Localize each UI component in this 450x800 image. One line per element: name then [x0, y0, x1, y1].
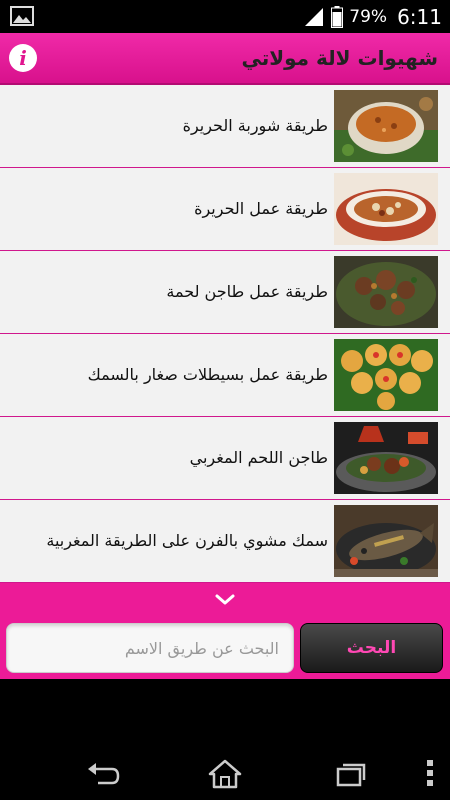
- status-bar: 79% 6:11: [0, 0, 450, 33]
- list-item[interactable]: طريقة شوربة الحريرة: [0, 85, 450, 168]
- chevron-down-icon[interactable]: [212, 590, 238, 608]
- moroccan-meat-tagine-image: [334, 422, 438, 494]
- recipe-title: طريقة عمل طاجن لحمة: [166, 282, 328, 301]
- fish-pastillas-image: [334, 339, 438, 411]
- search-input[interactable]: [6, 623, 294, 673]
- system-nav-bar: [0, 679, 450, 800]
- recent-apps-icon[interactable]: [334, 759, 368, 789]
- list-item[interactable]: سمك مشوي بالفرن على الطريقة المغربية: [0, 500, 450, 583]
- recipe-title: طاجن اللحم المغربي: [189, 448, 328, 467]
- recipe-list[interactable]: طريقة شوربة الحريرة طريقة عمل الحريرة طر…: [0, 85, 450, 583]
- back-icon[interactable]: [86, 759, 120, 789]
- gallery-notification-icon: [10, 6, 34, 26]
- recipe-title: طريقة عمل الحريرة: [194, 199, 328, 218]
- list-item[interactable]: طريقة عمل الحريرة: [0, 168, 450, 251]
- battery-icon: [331, 5, 344, 28]
- meat-tagine-image: [334, 256, 438, 328]
- recipe-title: سمك مشوي بالفرن على الطريقة المغربية: [46, 531, 328, 550]
- info-icon[interactable]: i: [9, 44, 37, 72]
- recipe-title: طريقة شوربة الحريرة: [182, 116, 328, 135]
- list-item[interactable]: طاجن اللحم المغربي: [0, 417, 450, 500]
- harira-bowl-image: [334, 173, 438, 245]
- app-header: i شهيوات لالة مولاتي: [0, 33, 450, 85]
- list-item[interactable]: طريقة عمل بسيطلات صغار بالسمك: [0, 334, 450, 417]
- search-panel: البحث: [0, 583, 450, 679]
- overflow-menu-icon[interactable]: [426, 759, 434, 787]
- recipe-title: طريقة عمل بسيطلات صغار بالسمك: [87, 365, 328, 384]
- battery-percent: 79%: [349, 6, 388, 27]
- signal-icon: [305, 7, 324, 26]
- page-title: شهيوات لالة مولاتي: [241, 46, 438, 70]
- baked-fish-image: [334, 505, 438, 577]
- harira-soup-image: [334, 90, 438, 162]
- clock: 6:11: [397, 4, 442, 29]
- search-button[interactable]: البحث: [300, 623, 443, 673]
- list-item[interactable]: طريقة عمل طاجن لحمة: [0, 251, 450, 334]
- home-icon[interactable]: [208, 759, 242, 789]
